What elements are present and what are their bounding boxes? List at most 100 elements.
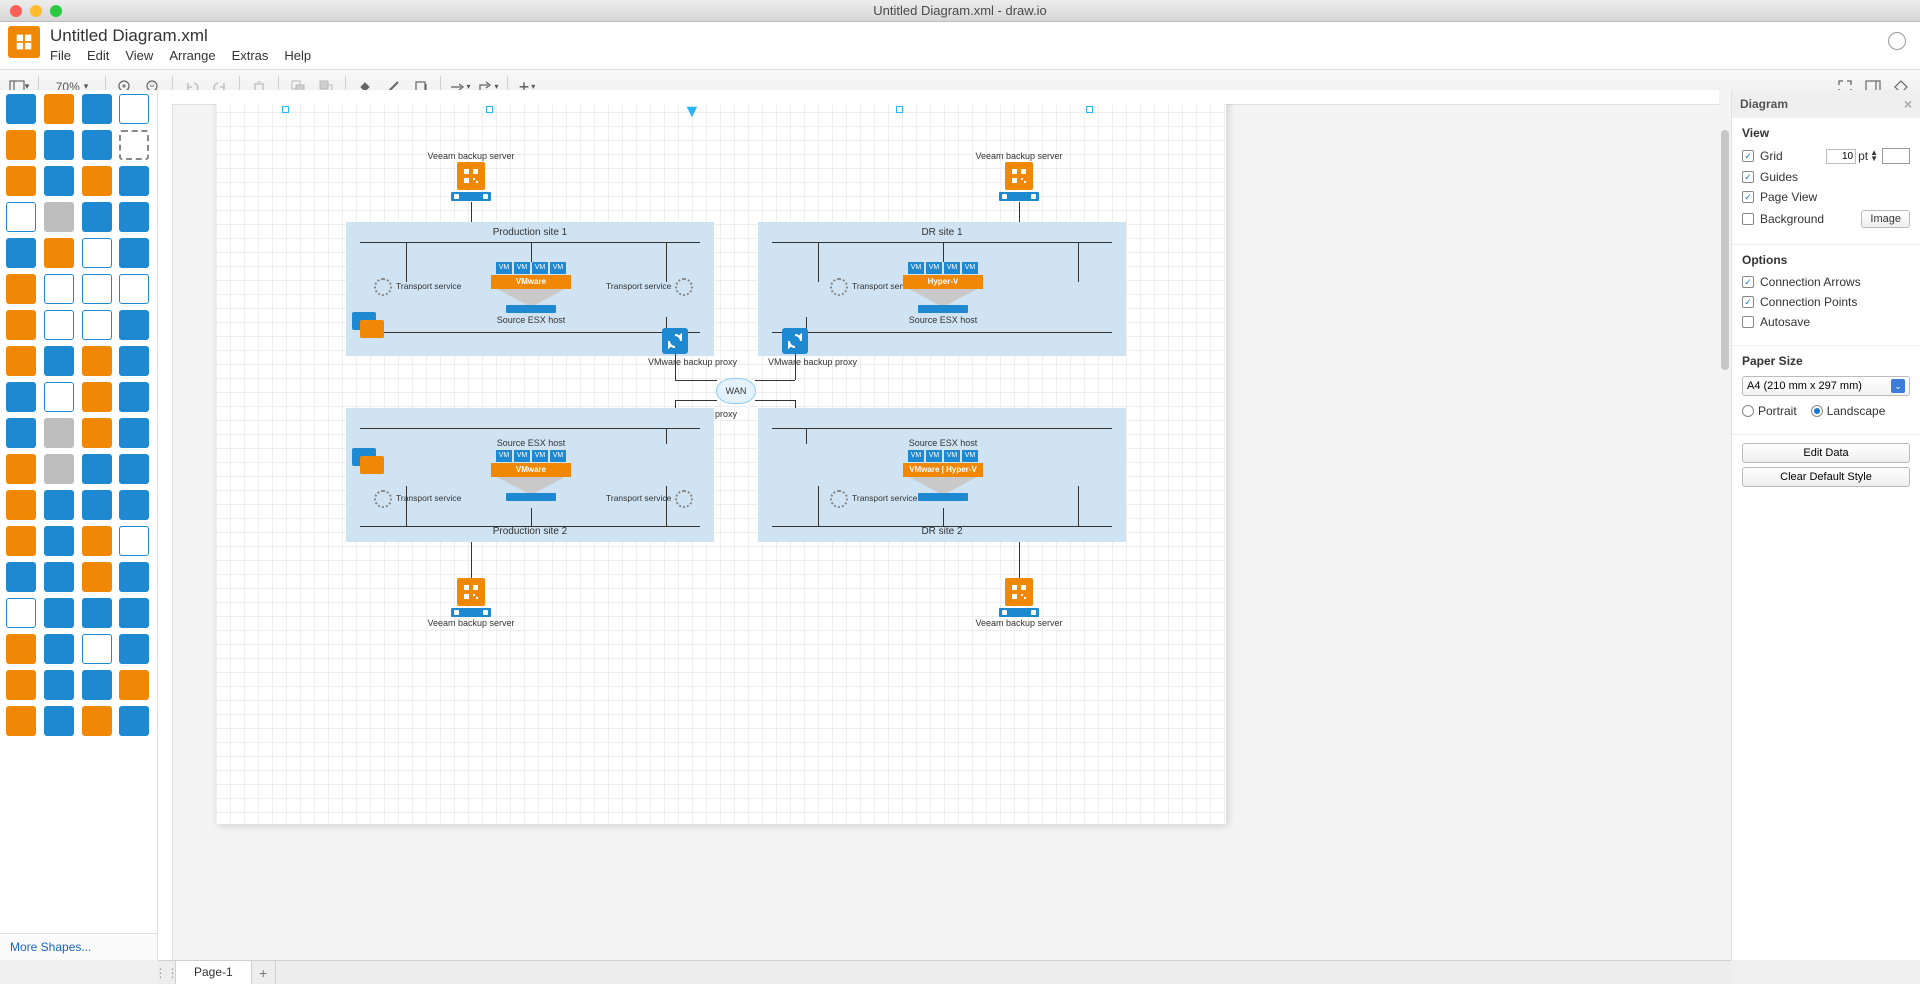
edit-data-button[interactable]: Edit Data	[1742, 443, 1910, 463]
vm-group[interactable]: VMVMVMVM Hyper-V Source ESX host	[903, 262, 983, 325]
palette-shape[interactable]	[82, 310, 112, 340]
palette-shape[interactable]	[119, 130, 149, 160]
menu-view[interactable]: View	[125, 48, 153, 63]
palette-shape[interactable]	[82, 454, 112, 484]
palette-shape[interactable]	[44, 490, 74, 520]
palette-shape[interactable]	[119, 454, 149, 484]
palette-shape[interactable]	[6, 274, 36, 304]
site-production-2[interactable]: Source ESX host VMVMVMVM VMware Transpor…	[346, 408, 714, 542]
paper-size-select[interactable]: A4 (210 mm x 297 mm)⌄	[1742, 376, 1910, 396]
palette-shape[interactable]	[6, 454, 36, 484]
canvas-scrollbar-vertical[interactable]	[1719, 90, 1731, 960]
palette-shape[interactable]	[6, 526, 36, 556]
canvas-area[interactable]: Title ▲ ▼ Veeam backup server	[158, 90, 1731, 960]
palette-grid[interactable]	[0, 90, 157, 933]
palette-shape[interactable]	[6, 706, 36, 736]
grid-checkbox[interactable]	[1742, 150, 1754, 162]
guides-checkbox[interactable]	[1742, 171, 1754, 183]
palette-shape[interactable]	[82, 130, 112, 160]
palette-shape[interactable]	[119, 274, 149, 304]
palette-shape[interactable]	[44, 274, 74, 304]
palette-shape[interactable]	[119, 706, 149, 736]
palette-shape[interactable]	[44, 238, 74, 268]
tab-grip-icon[interactable]: ⋮⋮	[158, 961, 176, 984]
palette-shape[interactable]	[119, 238, 149, 268]
palette-shape[interactable]	[6, 238, 36, 268]
add-page-button[interactable]: +	[252, 961, 276, 984]
palette-shape[interactable]	[44, 202, 74, 232]
palette-shape[interactable]	[44, 526, 74, 556]
palette-shape[interactable]	[119, 562, 149, 592]
palette-shape[interactable]	[82, 382, 112, 412]
palette-shape[interactable]	[119, 346, 149, 376]
menu-arrange[interactable]: Arrange	[169, 48, 215, 63]
wan-cloud[interactable]: WAN	[716, 378, 756, 404]
palette-shape[interactable]	[82, 490, 112, 520]
palette-shape[interactable]	[119, 94, 149, 124]
app-logo[interactable]	[8, 26, 40, 58]
palette-shape[interactable]	[82, 418, 112, 448]
palette-shape[interactable]	[6, 166, 36, 196]
palette-shape[interactable]	[6, 310, 36, 340]
palette-shape[interactable]	[82, 562, 112, 592]
palette-shape[interactable]	[82, 346, 112, 376]
palette-shape[interactable]	[44, 346, 74, 376]
veeam-server-bottom-left[interactable]: Veeam backup server	[451, 578, 491, 617]
palette-shape[interactable]	[6, 130, 36, 160]
palette-shape[interactable]	[119, 310, 149, 340]
pageview-checkbox[interactable]	[1742, 191, 1754, 203]
vm-group[interactable]: Source ESX host VMVMVMVM VMware	[491, 438, 571, 501]
palette-shape[interactable]	[6, 598, 36, 628]
palette-shape[interactable]	[44, 706, 74, 736]
palette-shape[interactable]	[82, 670, 112, 700]
diagram-title[interactable]: Title	[709, 104, 733, 106]
palette-shape[interactable]	[82, 166, 112, 196]
palette-shape[interactable]	[44, 418, 74, 448]
autosave-checkbox[interactable]	[1742, 316, 1754, 328]
image-button[interactable]: Image	[1861, 210, 1910, 228]
palette-shape[interactable]	[6, 382, 36, 412]
palette-shape[interactable]	[44, 454, 74, 484]
palette-shape[interactable]	[6, 490, 36, 520]
palette-shape[interactable]	[6, 418, 36, 448]
palette-shape[interactable]	[119, 670, 149, 700]
grid-size-input[interactable]	[1826, 149, 1856, 164]
veeam-server-top-left[interactable]: Veeam backup server	[451, 162, 491, 201]
palette-shape[interactable]	[82, 238, 112, 268]
conn-arrows-checkbox[interactable]	[1742, 276, 1754, 288]
palette-shape[interactable]	[82, 598, 112, 628]
palette-shape[interactable]	[44, 310, 74, 340]
palette-shape[interactable]	[82, 202, 112, 232]
portrait-radio[interactable]	[1742, 405, 1754, 417]
background-checkbox[interactable]	[1742, 213, 1754, 225]
palette-shape[interactable]	[6, 634, 36, 664]
veeam-server-top-right[interactable]: Veeam backup server	[999, 162, 1039, 201]
palette-shape[interactable]	[44, 166, 74, 196]
palette-shape[interactable]	[6, 670, 36, 700]
clear-style-button[interactable]: Clear Default Style	[1742, 467, 1910, 487]
globe-icon[interactable]	[1888, 32, 1906, 50]
palette-shape[interactable]	[44, 598, 74, 628]
palette-shape[interactable]	[119, 634, 149, 664]
palette-shape[interactable]	[6, 346, 36, 376]
palette-shape[interactable]	[44, 382, 74, 412]
palette-shape[interactable]	[6, 94, 36, 124]
menu-edit[interactable]: Edit	[87, 48, 109, 63]
document-name[interactable]: Untitled Diagram.xml	[50, 26, 311, 46]
menu-file[interactable]: File	[50, 48, 71, 63]
diagram-page[interactable]: Title ▲ ▼ Veeam backup server	[216, 104, 1226, 824]
palette-shape[interactable]	[6, 562, 36, 592]
palette-shape[interactable]	[119, 382, 149, 412]
menu-extras[interactable]: Extras	[232, 48, 269, 63]
site-dr-1[interactable]: DR site 1 Transport service VMVMVMVM Hyp…	[758, 222, 1126, 356]
storage-icon[interactable]	[352, 312, 382, 342]
backup-proxy[interactable]	[662, 328, 688, 354]
palette-shape[interactable]	[82, 94, 112, 124]
storage-icon[interactable]	[352, 448, 382, 478]
palette-shape[interactable]	[119, 526, 149, 556]
palette-shape[interactable]	[82, 706, 112, 736]
veeam-server-bottom-right[interactable]: Veeam backup server	[999, 578, 1039, 617]
palette-shape[interactable]	[119, 418, 149, 448]
close-icon[interactable]: ×	[1904, 96, 1912, 112]
landscape-radio[interactable]	[1811, 405, 1823, 417]
